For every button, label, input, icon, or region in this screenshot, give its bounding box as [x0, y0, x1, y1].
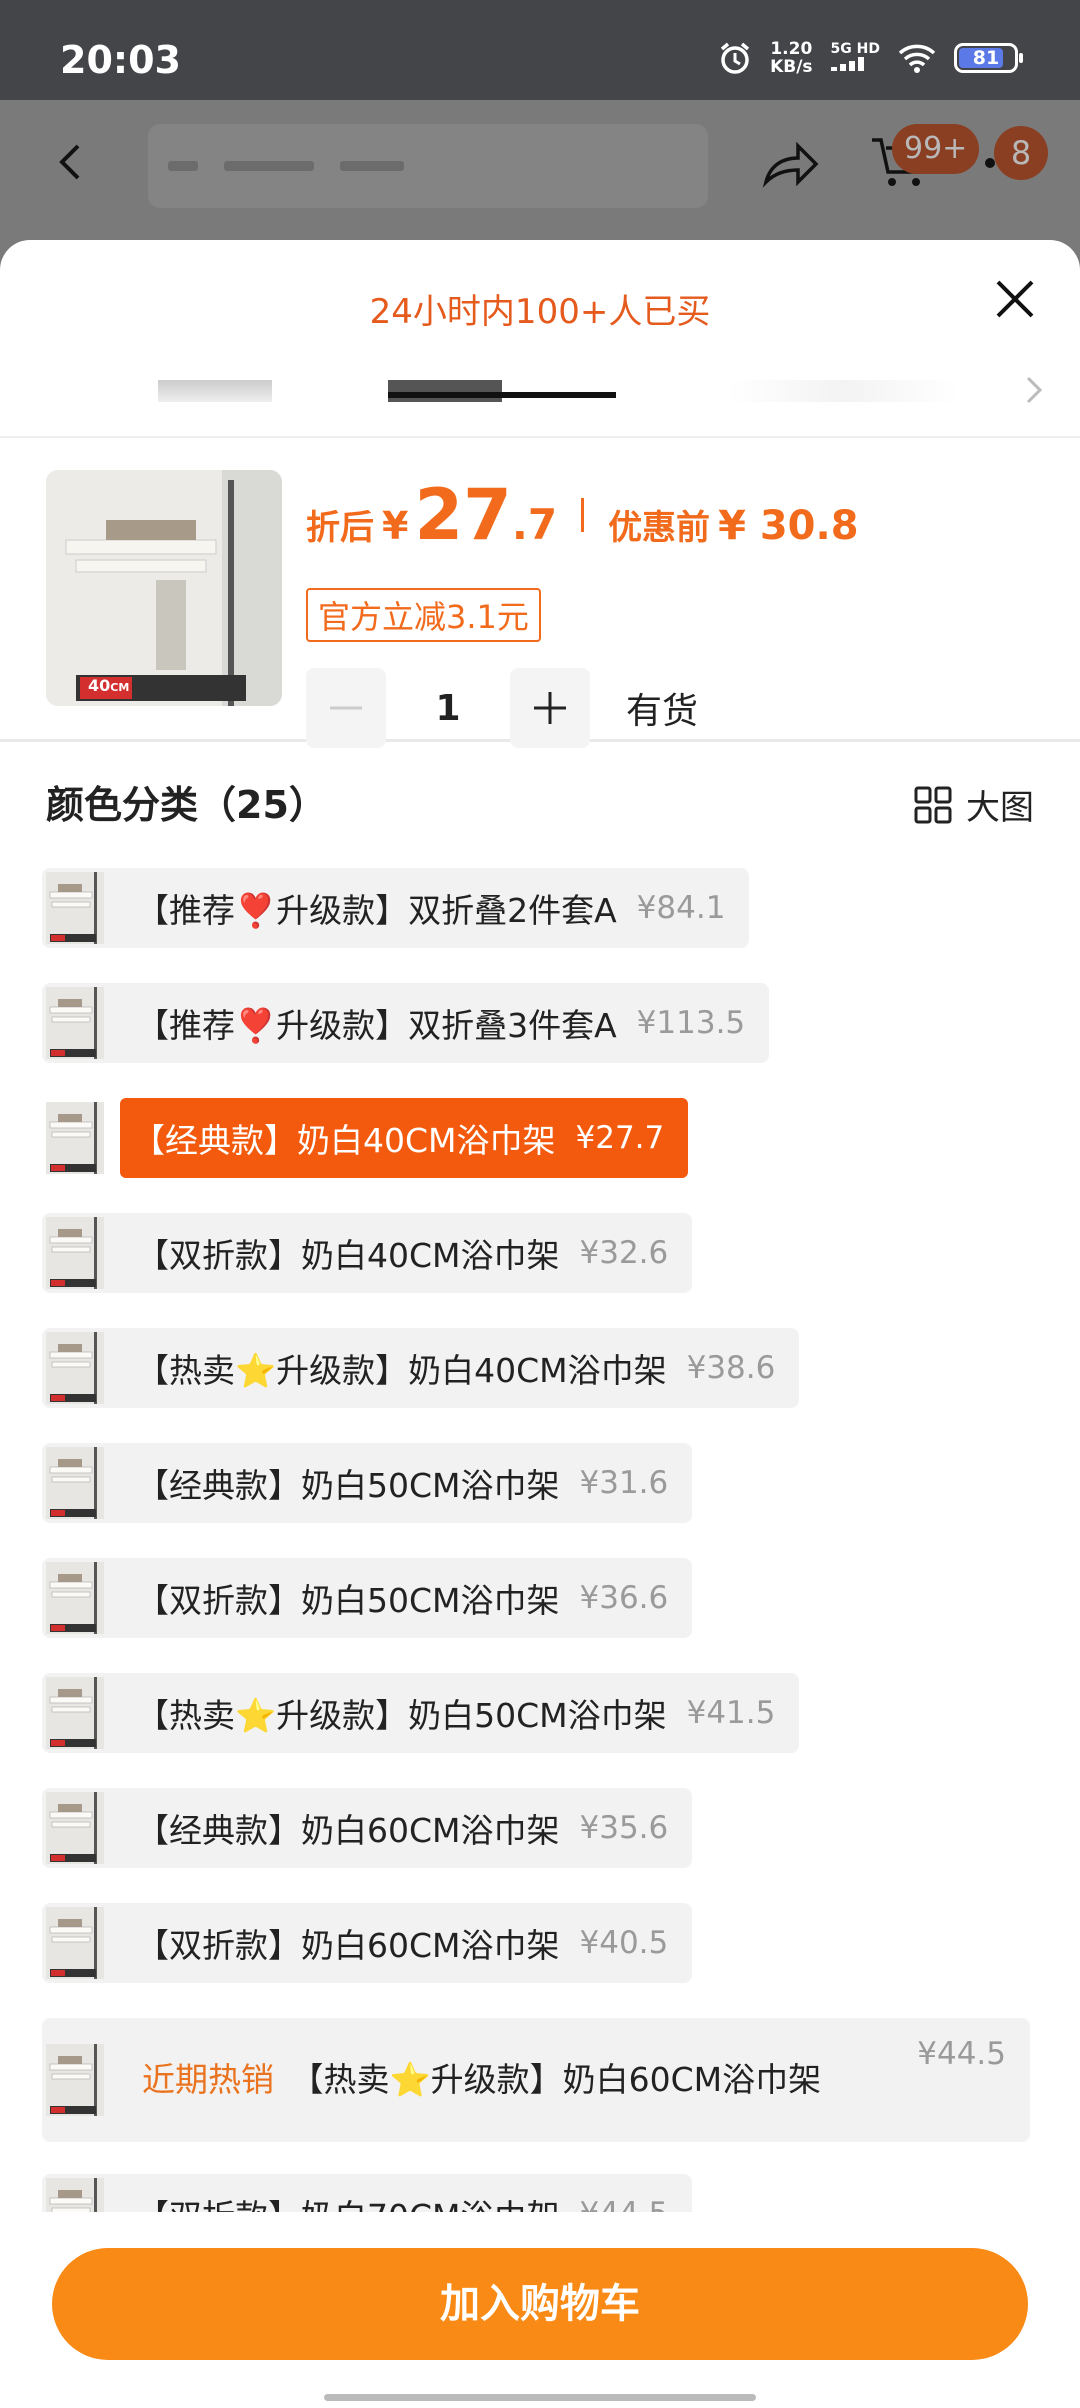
- sku-selection-sheet: 24小时内100+人已买 40CM 折后 ¥ 27 .7 优惠前 ¥ 30.8 …: [0, 240, 1080, 2408]
- discounted-price-label: 折后: [306, 508, 374, 548]
- stock-status: 有货: [626, 691, 699, 732]
- sku-option-list: 【推荐❣️升级款】双折叠2件套A ¥84.1 【推荐❣️升级款】双折叠3件套A ¥1…: [42, 868, 1042, 2408]
- sku-thumbnail: [42, 1328, 106, 1408]
- section-title: 颜色分类（25）: [46, 783, 327, 827]
- bottom-action-bar: 加入购物车: [0, 2212, 1080, 2408]
- sku-option[interactable]: 【经典款】奶白50CM浴巾架 ¥31.6: [42, 1443, 693, 1523]
- sku-option[interactable]: 【热卖⭐升级款】奶白50CM浴巾架 ¥41.5: [42, 1673, 800, 1753]
- sku-thumbnail: [42, 1098, 106, 1178]
- sku-thumbnail: [42, 1443, 106, 1523]
- chevron-right-icon[interactable]: [1018, 370, 1048, 410]
- wifi-icon: [898, 44, 936, 73]
- network-indicator: 5G HD: [830, 41, 880, 75]
- status-icons: 1.20 KB/s 5G HD 81: [718, 39, 1023, 77]
- tab-1[interactable]: [158, 380, 272, 402]
- increase-button[interactable]: [510, 668, 590, 748]
- sku-option[interactable]: 【热卖⭐升级款】奶白40CM浴巾架 ¥38.6: [42, 1328, 800, 1408]
- more-dot[interactable]: [985, 158, 995, 168]
- home-indicator[interactable]: [324, 2394, 756, 2401]
- sku-option[interactable]: 【双折款】奶白50CM浴巾架 ¥36.6: [42, 1558, 693, 1638]
- discount-tag: 官方立减3.1元: [306, 588, 541, 642]
- status-bar: 20:03 1.20 KB/s 5G HD 81: [0, 0, 1080, 100]
- divider: [581, 498, 585, 532]
- sku-thumbnail: [42, 1903, 106, 1983]
- clock: 20:03: [60, 38, 181, 82]
- minus-icon: [330, 706, 362, 710]
- sku-thumbnail: [42, 1558, 106, 1638]
- grid-icon: [914, 786, 952, 823]
- sku-thumbnail: [42, 868, 106, 948]
- plus-icon: [534, 692, 566, 724]
- sheet-header: 24小时内100+人已买: [0, 240, 1080, 438]
- tab-3[interactable]: [728, 380, 958, 402]
- decrease-button[interactable]: [306, 668, 386, 748]
- discounted-price: 27: [414, 474, 512, 556]
- sku-tab-strip: [158, 372, 958, 412]
- original-price-label: 优惠前: [608, 508, 711, 548]
- active-tab-indicator: [388, 392, 616, 398]
- product-thumbnail[interactable]: 40CM: [46, 470, 282, 706]
- sku-option-selected[interactable]: 【经典款】奶白40CM浴巾架 ¥27.7: [42, 1098, 689, 1178]
- quantity-stepper: 1 有货: [306, 668, 698, 748]
- sku-option[interactable]: 【推荐❣️升级款】双折叠3件套A ¥113.5: [42, 983, 770, 1063]
- sku-option[interactable]: 【经典款】奶白60CM浴巾架 ¥35.6: [42, 1788, 693, 1868]
- sku-thumbnail: [42, 983, 106, 1063]
- product-summary: 40CM 折后 ¥ 27 .7 优惠前 ¥ 30.8 官方立减3.1元 1 有货: [0, 438, 1080, 748]
- sku-option[interactable]: 【双折款】奶白40CM浴巾架 ¥32.6: [42, 1213, 693, 1293]
- cart-count-badge: 99+: [892, 124, 980, 174]
- share-icon[interactable]: [760, 138, 820, 188]
- original-price: ¥ 30.8: [718, 503, 859, 549]
- net-speed: 1.20 KB/s: [770, 39, 813, 77]
- sku-option[interactable]: 【双折款】奶白60CM浴巾架 ¥40.5: [42, 1903, 693, 1983]
- sales-info: 24小时内100+人已买: [369, 292, 711, 332]
- sku-option[interactable]: 近期热销 【热卖⭐升级款】奶白60CM浴巾架 ¥44.5: [42, 2018, 1030, 2142]
- sku-option[interactable]: 【推荐❣️升级款】双折叠2件套A ¥84.1: [42, 868, 750, 948]
- message-count-badge[interactable]: 8: [994, 126, 1048, 180]
- big-image-toggle[interactable]: 大图: [914, 780, 1034, 829]
- search-bar[interactable]: [148, 124, 708, 208]
- close-icon[interactable]: [990, 274, 1040, 324]
- size-badge: 40CM: [88, 676, 130, 695]
- back-arrow-icon[interactable]: [52, 142, 92, 182]
- quantity-value[interactable]: 1: [386, 688, 510, 729]
- battery-icon: 81: [954, 43, 1023, 73]
- add-to-cart-button[interactable]: 加入购物车: [52, 2248, 1028, 2360]
- sku-thumbnail: [42, 1788, 106, 1868]
- sku-thumbnail: [42, 1213, 106, 1293]
- sku-thumbnail: [42, 1673, 106, 1753]
- sku-thumbnail: [42, 2018, 106, 2142]
- alarm-icon: [720, 42, 750, 74]
- hot-sale-tag: 近期热销: [142, 2060, 274, 2099]
- price-row: 折后 ¥ 27 .7 优惠前 ¥ 30.8: [306, 474, 859, 556]
- tab-2[interactable]: [388, 380, 502, 402]
